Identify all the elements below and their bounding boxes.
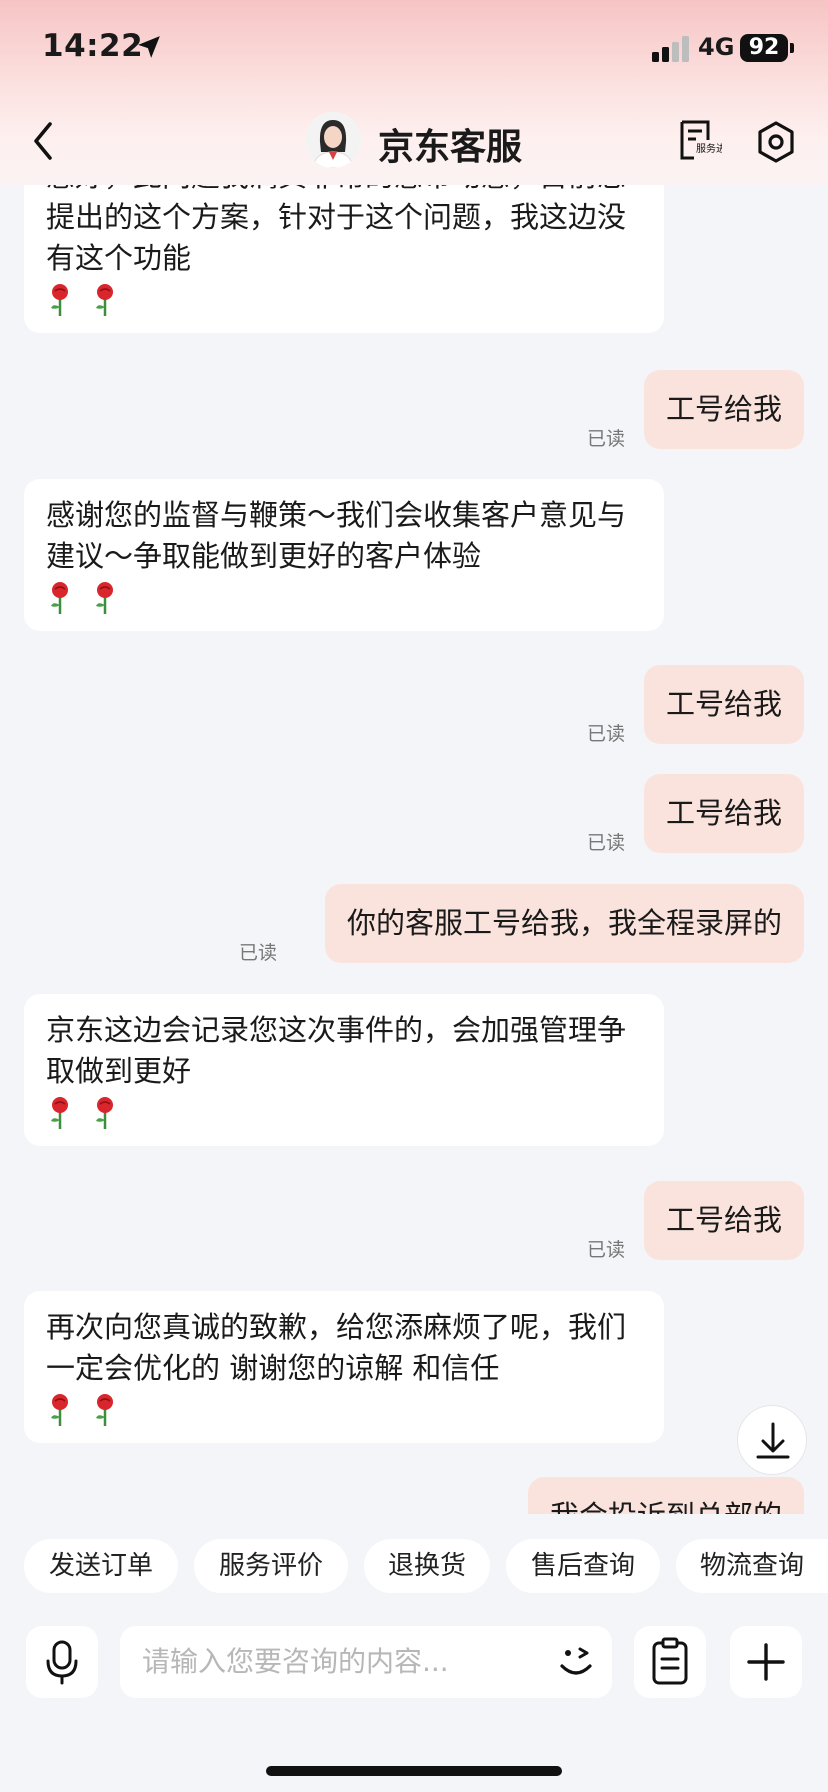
network-type: 4G [698, 33, 735, 61]
message-input[interactable]: 请输入您要咨询的内容... [120, 1626, 612, 1698]
service-progress-icon: 服务进度 [680, 120, 736, 160]
rose-icon [51, 582, 68, 614]
rose-icon [96, 582, 114, 614]
input-placeholder: 请输入您要咨询的内容... [142, 1645, 449, 1678]
user-message: 工号给我 [643, 370, 804, 449]
clipboard-button[interactable] [634, 1626, 706, 1698]
input-bar: 请输入您要咨询的内容... [0, 1620, 828, 1792]
read-receipt: 已读 [587, 428, 626, 450]
message-text: 再次向您真诚的致歉，给您添麻烦了呢，我们一定会优化的 谢谢您的谅解 和信任 [46, 1310, 627, 1385]
message-text: 感谢您的监督与鞭策～我们会收集客户意见与建议～争取能做到更好的客户体验 [46, 498, 627, 573]
message-text: 工号给我 [665, 1203, 782, 1237]
cellular-signal-icon [652, 36, 689, 62]
download-icon [756, 1422, 790, 1459]
home-indicator [266, 1766, 562, 1776]
quick-action-bar: 发送订单 服务评价 退换货 售后查询 物流查询 [0, 1514, 828, 1620]
message-text: 工号给我 [665, 392, 782, 426]
rose-emoji-row [46, 1393, 642, 1427]
rose-icon [96, 1097, 114, 1129]
agent-message: 感谢您的监督与鞭策～我们会收集客户意见与建议～争取能做到更好的客户体验 [24, 479, 664, 631]
gear-icon[interactable] [756, 120, 796, 164]
quick-action-return-exchange[interactable]: 退换货 [364, 1539, 490, 1593]
message-text: 京东这边会记录您这次事件的，会加强管理争取做到更好 [46, 1013, 627, 1088]
agent-message: 京东这边会记录您这次事件的，会加强管理争取做到更好 [24, 994, 664, 1146]
service-progress-label: 服务进度 [696, 142, 722, 155]
chevron-left-icon[interactable] [28, 118, 58, 164]
rose-emoji-row [46, 283, 642, 317]
plus-icon [747, 1643, 785, 1681]
quick-action-after-sales[interactable]: 售后查询 [506, 1539, 660, 1593]
agent-avatar[interactable] [305, 112, 361, 168]
location-arrow-icon [138, 36, 160, 58]
read-receipt: 已读 [587, 723, 626, 745]
message-text: 我会投诉到总部的 [550, 1499, 782, 1514]
emoji-icon[interactable] [554, 1640, 598, 1684]
user-message: 你的客服工号给我，我全程录屏的 [324, 884, 804, 963]
agent-message: 再次向您真诚的致歉，给您添麻烦了呢，我们一定会优化的 谢谢您的谅解 和信任 [24, 1291, 664, 1443]
more-button[interactable] [730, 1626, 802, 1698]
read-receipt: 已读 [239, 942, 278, 964]
status-time: 14:22 [42, 28, 144, 64]
rose-icon [96, 284, 114, 316]
rose-icon [96, 1394, 114, 1426]
scroll-to-bottom-button[interactable] [737, 1405, 807, 1475]
quick-action-logistics[interactable]: 物流查询 [676, 1539, 828, 1593]
chat-area[interactable]: 感好，此问题我满真非常的感带动感，目前您提出的这个方案，针对于这个问题，我这边没… [0, 184, 828, 1514]
user-message: 工号给我 [643, 774, 804, 853]
battery-level: 92 [740, 34, 788, 62]
read-receipt: 已读 [587, 832, 626, 854]
message-text: 工号给我 [665, 687, 782, 721]
microphone-icon [46, 1640, 78, 1685]
quick-action-service-rating[interactable]: 服务评价 [194, 1539, 348, 1593]
rose-icon [51, 1394, 68, 1426]
rose-icon [51, 284, 68, 316]
read-receipt: 已读 [587, 1239, 626, 1261]
rose-icon [51, 1097, 68, 1129]
service-progress-button[interactable]: 服务进度 [676, 118, 736, 164]
user-message: 工号给我 [643, 1181, 804, 1260]
rose-emoji-row [46, 581, 642, 615]
message-text: 感好，此问题我满真非常的感带动感，目前您提出的这个方案，针对于这个问题，我这边没… [46, 184, 627, 275]
clipboard-icon [652, 1637, 688, 1685]
user-message: 工号给我 [643, 665, 804, 744]
status-bar: 14:22 4G 92 [0, 0, 828, 100]
avatar-portrait-icon [305, 112, 361, 168]
nav-bar: 京东客服 服务进度 [0, 100, 828, 184]
battery-cap [790, 43, 794, 53]
page-title: 京东客服 [378, 127, 523, 168]
message-text: 工号给我 [665, 796, 782, 830]
quick-action-send-order[interactable]: 发送订单 [24, 1539, 178, 1593]
agent-message: 感好，此问题我满真非常的感带动感，目前您提出的这个方案，针对于这个问题，我这边没… [24, 184, 664, 333]
voice-button[interactable] [26, 1626, 98, 1698]
user-message: 我会投诉到总部的 [527, 1477, 804, 1514]
rose-emoji-row [46, 1096, 642, 1130]
message-text: 你的客服工号给我，我全程录屏的 [346, 906, 782, 940]
